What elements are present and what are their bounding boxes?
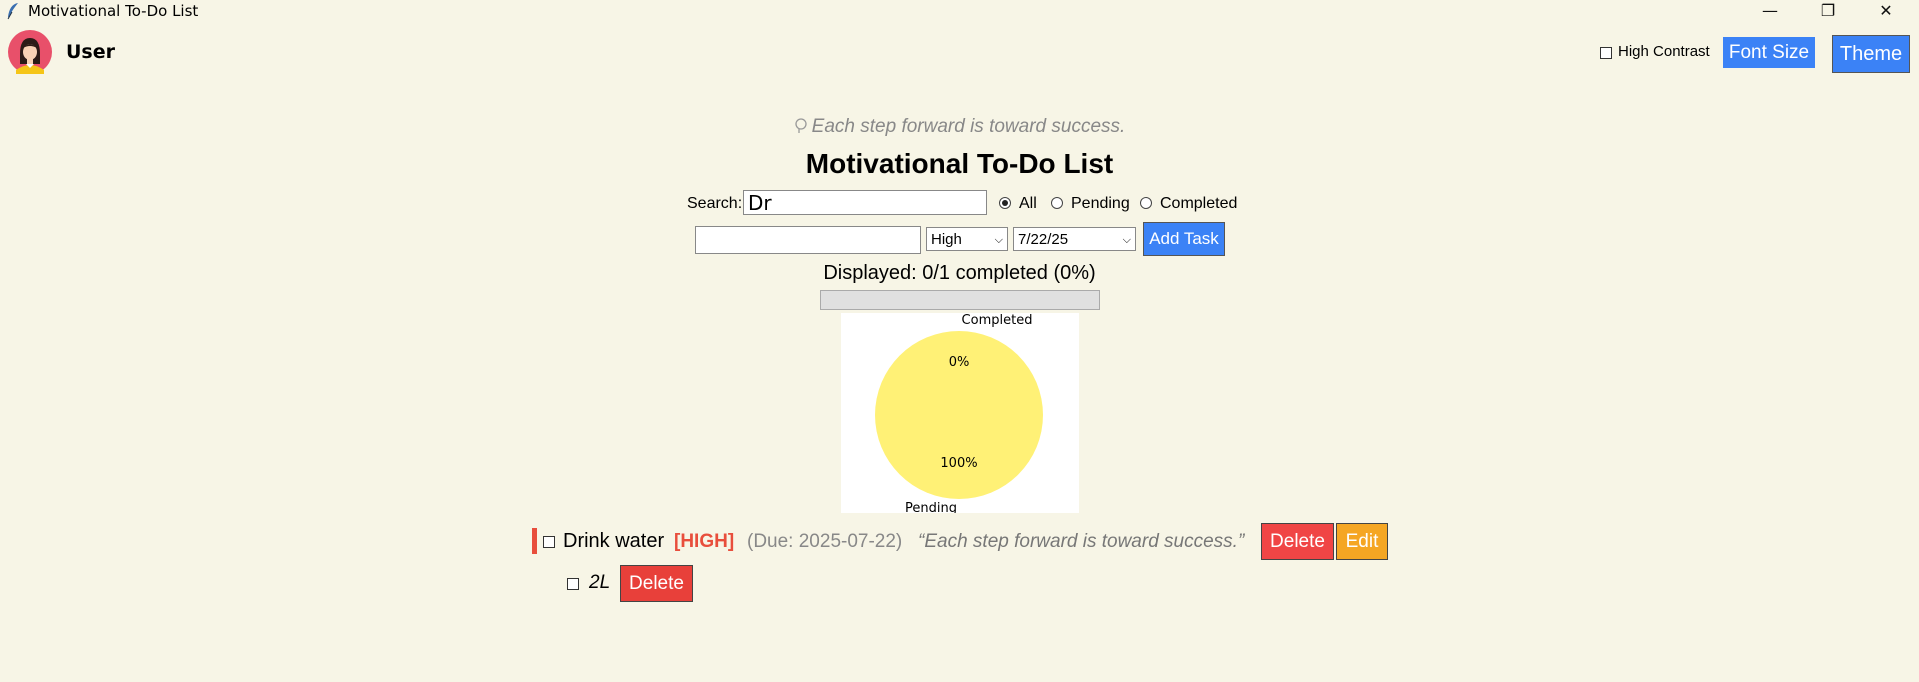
priority-indicator-bar bbox=[532, 528, 537, 554]
subtask-name: 2L bbox=[589, 572, 611, 593]
task-quote: “Each step forward is toward success.” bbox=[918, 531, 1245, 552]
pie-pct-completed: 0% bbox=[949, 355, 970, 370]
priority-value: High bbox=[931, 231, 962, 248]
task-due-date: (Due: 2025-07-22) bbox=[747, 531, 903, 552]
user-name: User bbox=[66, 41, 115, 63]
filter-pending-label: Pending bbox=[1071, 195, 1130, 212]
close-button[interactable]: ✕ bbox=[1857, 0, 1915, 23]
filter-all-radio[interactable] bbox=[999, 197, 1011, 209]
motivational-quote: Each step forward is toward success. bbox=[0, 116, 1919, 138]
task-name: Drink water bbox=[563, 530, 665, 552]
progress-bar bbox=[820, 290, 1100, 310]
theme-button[interactable]: Theme bbox=[1832, 35, 1910, 73]
task-priority: [HIGH] bbox=[674, 531, 735, 552]
pie-pct-pending: 100% bbox=[940, 456, 977, 471]
lightbulb-icon bbox=[795, 118, 807, 133]
chevron-down-icon: ⌵ bbox=[1122, 234, 1131, 246]
search-input[interactable]: Dr bbox=[743, 190, 987, 215]
filter-all-label: All bbox=[1019, 195, 1037, 212]
delete-task-button[interactable]: Delete bbox=[1261, 523, 1334, 560]
pie-label-completed: Completed bbox=[962, 313, 1033, 328]
new-task-input[interactable] bbox=[695, 226, 921, 254]
due-date-value: 7/22/25 bbox=[1018, 231, 1069, 248]
quote-text: Each step forward is toward success. bbox=[811, 116, 1126, 137]
edit-task-button[interactable]: Edit bbox=[1336, 523, 1388, 560]
delete-subtask-button[interactable]: Delete bbox=[620, 565, 693, 602]
chevron-down-icon: ⌵ bbox=[994, 234, 1003, 246]
high-contrast-label: High Contrast bbox=[1618, 43, 1710, 60]
priority-select[interactable]: High ⌵ bbox=[926, 227, 1008, 251]
task-complete-checkbox[interactable] bbox=[543, 536, 555, 548]
high-contrast-checkbox[interactable] bbox=[1600, 47, 1612, 59]
filter-completed-label: Completed bbox=[1160, 195, 1238, 212]
add-task-button[interactable]: Add Task bbox=[1143, 222, 1225, 256]
progress-text: Displayed: 0/1 completed (0%) bbox=[823, 262, 1096, 284]
page-title: Motivational To-Do List bbox=[805, 148, 1114, 179]
due-date-select[interactable]: 7/22/25 ⌵ bbox=[1013, 227, 1136, 251]
search-label: Search: bbox=[687, 195, 743, 212]
font-size-button[interactable]: Font Size bbox=[1723, 37, 1815, 68]
restore-button[interactable]: ❐ bbox=[1799, 0, 1857, 23]
avatar bbox=[8, 30, 52, 74]
filter-pending-radio[interactable] bbox=[1051, 197, 1063, 209]
filter-completed-radio[interactable] bbox=[1140, 197, 1152, 209]
feather-icon bbox=[7, 3, 18, 20]
subtask-complete-checkbox[interactable] bbox=[567, 578, 579, 590]
minimize-button[interactable]: — bbox=[1741, 0, 1799, 23]
pie-chart-svg: Completed 0% Pending 100% bbox=[875, 313, 1043, 513]
pie-label-pending: Pending bbox=[905, 501, 957, 513]
completion-pie-chart: Completed 0% Pending 100% bbox=[841, 313, 1079, 513]
title-bar: Motivational To-Do List — ❐ ✕ bbox=[0, 0, 1919, 23]
window-title: Motivational To-Do List bbox=[28, 2, 199, 20]
